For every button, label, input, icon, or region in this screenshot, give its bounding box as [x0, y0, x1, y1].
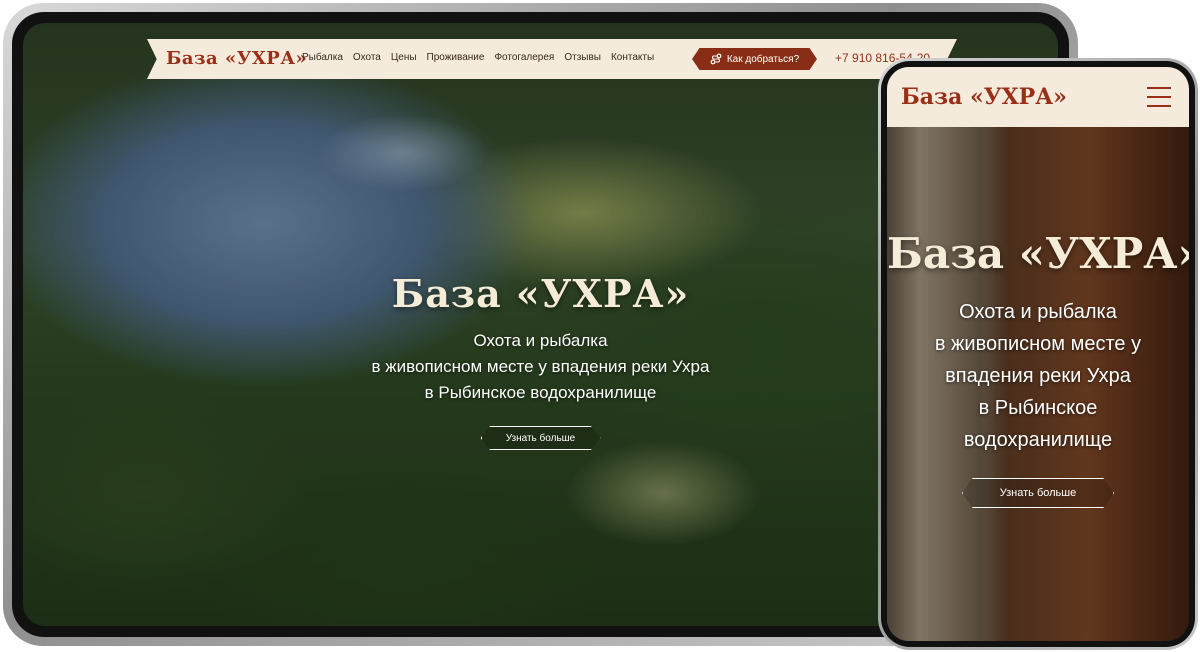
menu-item-fishing[interactable]: Рыбалка — [302, 52, 343, 63]
site-logo[interactable]: База «УХРА» — [901, 84, 1067, 110]
main-menu: Рыбалка Охота Цены Проживание Фотогалере… — [302, 52, 654, 63]
site-logo[interactable]: База «УХРА» — [166, 48, 307, 69]
mobile-header: База «УХРА» — [887, 67, 1189, 127]
hero-title: База «УХРА» — [887, 229, 1189, 278]
hero-line: в Рыбинское — [978, 397, 1098, 419]
hero-line: Охота и рыбалка — [959, 301, 1117, 323]
hero-line: водохранилище — [963, 429, 1113, 451]
menu-item-contacts[interactable]: Контакты — [611, 52, 654, 63]
menu-item-accommodation[interactable]: Проживание — [427, 52, 485, 63]
menu-item-hunting[interactable]: Охота — [353, 52, 381, 63]
hamburger-menu-icon[interactable] — [1147, 87, 1171, 107]
directions-label: Как добраться? — [726, 53, 800, 65]
menu-item-reviews[interactable]: Отзывы — [564, 52, 601, 63]
mobile-hero: База «УХРА» Охота и рыбалка в живописном… — [887, 229, 1189, 508]
desktop-navbar: База «УХРА» Рыбалка Охота Цены Проживани… — [147, 39, 957, 79]
menu-item-gallery[interactable]: Фотогалерея — [494, 52, 554, 63]
phone-device: База «УХРА» База «УХРА» Охота и рыбалка … — [878, 58, 1198, 650]
menu-item-prices[interactable]: Цены — [391, 52, 417, 63]
hero-line: впадения реки Ухра — [945, 365, 1131, 387]
learn-more-button[interactable]: Узнать больше — [962, 478, 1114, 508]
learn-more-button[interactable]: Узнать больше — [480, 426, 601, 450]
hero-subtitle: Охота и рыбалка в живописном месте у впа… — [913, 296, 1163, 456]
phone-screen: База «УХРА» База «УХРА» Охота и рыбалка … — [887, 67, 1189, 641]
phone-bezel: База «УХРА» База «УХРА» Охота и рыбалка … — [881, 61, 1195, 647]
route-icon — [710, 53, 722, 65]
hero-line: в живописном месте у — [934, 333, 1142, 355]
directions-button[interactable]: Как добраться? — [692, 48, 817, 70]
